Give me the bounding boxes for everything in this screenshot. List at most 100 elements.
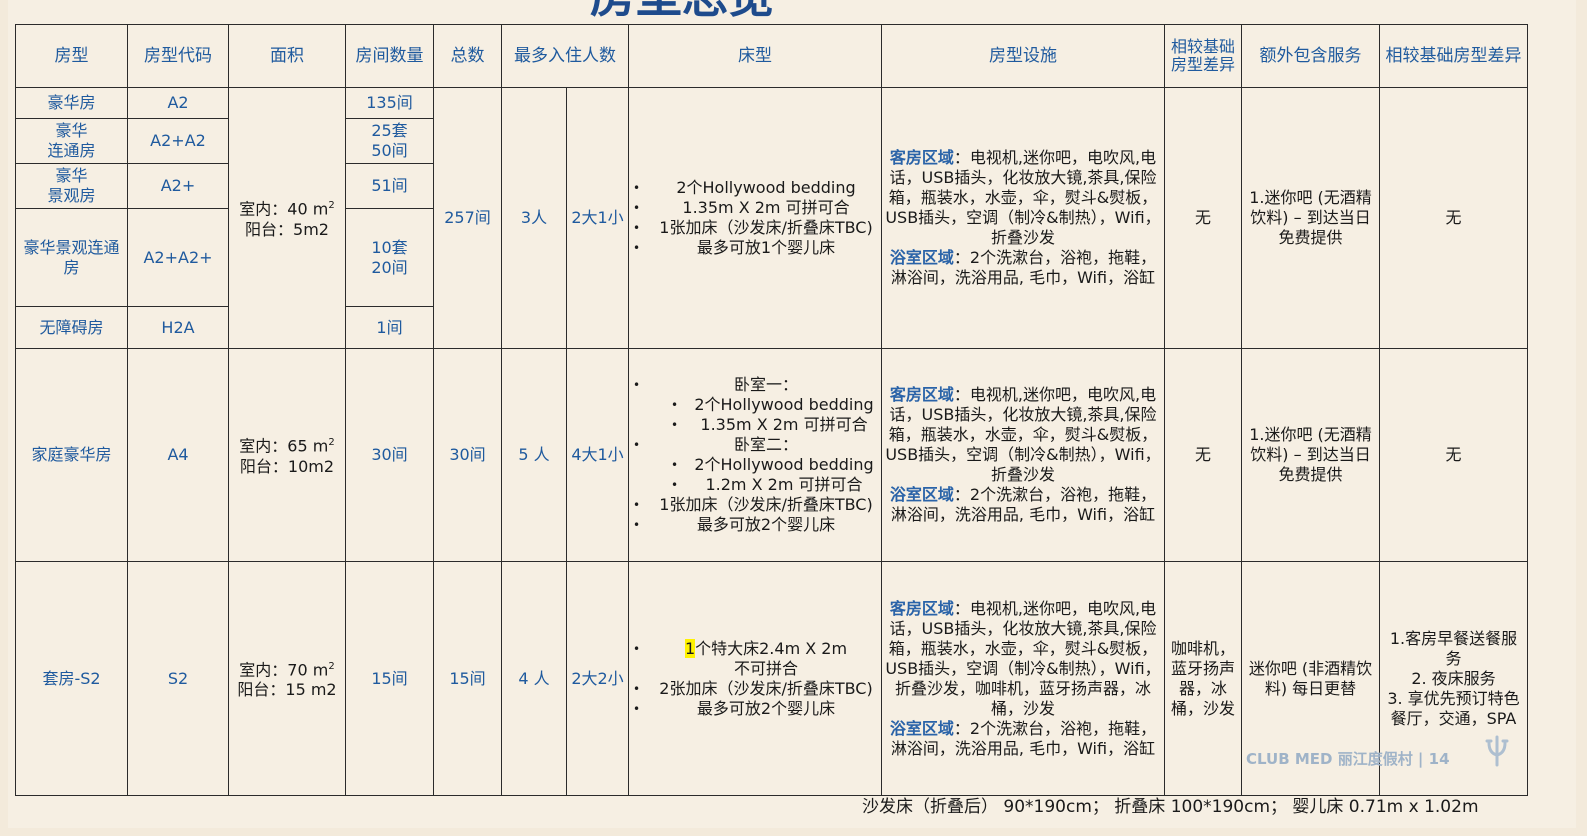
list-item: 1张加床（沙发床/折叠床TBC) (633, 218, 879, 238)
header-area: 面积 (228, 24, 346, 88)
room-count-cell: 10套 20间 (345, 208, 434, 307)
diff2-item: 1.客房早餐送餐服务 (1389, 628, 1518, 668)
total-cell: 15间 (433, 561, 502, 796)
service-cell: 1.迷你吧 (无酒精饮料) – 到达当日免费提供 (1241, 348, 1380, 562)
bed-type-cell: 1个特大床2.4m X 2m 不可拼合 2张加床（沙发床/折叠床TBC) 最多可… (628, 561, 882, 796)
service-cell: 1.迷你吧 (无酒精饮料) – 到达当日免费提供 (1241, 87, 1380, 349)
list-item: 2个Hollywood bedding (671, 455, 879, 475)
header-facilities: 房型设施 (881, 24, 1165, 88)
header-room-code: 房型代码 (127, 24, 229, 88)
header-row: 房型 房型代码 面积 房间数量 总数 最多入住人数 床型 房型设施 相较基础房型… (15, 24, 1528, 88)
area-cell: 室内：70 m2 阳台：15 m2 (228, 561, 346, 796)
diff2-cell: 无 (1379, 348, 1528, 562)
bed-list: 1个特大床2.4m X 2m 不可拼合 2张加床（沙发床/折叠床TBC) 最多可… (631, 638, 879, 719)
list-item: 最多可放1个婴儿床 (633, 238, 879, 258)
header-diff-2: 相较基础房型差异 (1379, 24, 1528, 88)
area-indoor: 室内：65 m (239, 436, 329, 456)
room-type-cell: 家庭豪华房 (15, 348, 128, 562)
room-area-label: 客房区域 (889, 148, 954, 167)
highlighted-text: 1 (684, 638, 696, 658)
bedroom1-list: 2个Hollywood bedding 1.35m X 2m 可拼可合 (653, 395, 879, 435)
list-item: 1个特大床2.4m X 2m 不可拼合 (633, 638, 879, 679)
room-type-cell: 豪华 景观房 (15, 163, 128, 209)
room-count-cell: 15间 (345, 561, 434, 796)
header-max-occupancy: 最多入住人数 (501, 24, 629, 88)
area-balcony: 阳台：10m2 (239, 456, 335, 476)
bedroom1-label: 卧室一： (733, 375, 798, 394)
diff-cell: 咖啡机，蓝牙扬声器，冰桶，沙发 (1164, 561, 1242, 796)
list-item: 1张加床（沙发床/折叠床TBC) (633, 495, 879, 515)
page-title: 房型总览 (590, 0, 850, 22)
area-sup: 2 (328, 437, 335, 449)
room-type-cell: 套房-S2 (15, 561, 128, 796)
table-row: 家庭豪华房 A4 室内：65 m2 阳台：10m2 30间 30间 5 人 4大… (15, 348, 1528, 562)
room-code-cell: S2 (127, 561, 229, 796)
room-type-cell: 豪华 连通房 (15, 118, 128, 164)
room-count-cell: 51间 (345, 163, 434, 209)
diff-cell: 无 (1164, 87, 1242, 349)
max-people-cell: 3人 (501, 87, 567, 349)
room-type-cell: 豪华景观连通房 (15, 208, 128, 307)
bedroom2-list: 2个Hollywood bedding 1.2m X 2m 可拼可合 (653, 455, 879, 495)
bath-area-label: 浴室区域 (889, 248, 954, 267)
area-balcony: 阳台：15 m2 (237, 680, 337, 700)
diff2-cell: 无 (1379, 87, 1528, 349)
header-diff: 相较基础房型差异 (1164, 24, 1242, 88)
room-overview-table: 房型 房型代码 面积 房间数量 总数 最多入住人数 床型 房型设施 相较基础房型… (15, 24, 1528, 796)
header-total: 总数 (433, 24, 502, 88)
bath-area-label: 浴室区域 (889, 718, 954, 738)
room-code-cell: A2+ (127, 163, 229, 209)
max-people-cell: 5 人 (501, 348, 567, 562)
list-item: 1.2m X 2m 可拼可合 (671, 475, 879, 495)
list-item: 1.35m X 2m 可拼可合 (671, 415, 879, 435)
room-code-cell: A2+A2 (127, 118, 229, 164)
list-item: 1.35m X 2m 可拼可合 (633, 198, 879, 218)
diff2-item: 2. 夜床服务 (1411, 668, 1496, 688)
room-count-cell: 1间 (345, 306, 434, 349)
diff-cell: 无 (1164, 348, 1242, 562)
total-cell: 30间 (433, 348, 502, 562)
room-code-cell: H2A (127, 306, 229, 349)
list-item: 2个Hollywood bedding (671, 395, 879, 415)
bed-type-cell: 2个Hollywood bedding 1.35m X 2m 可拼可合 1张加床… (628, 87, 882, 349)
facilities-cell: 客房区域：电视机,迷你吧，电吹风,电话，USB插头，化妆放大镜,茶具,保险箱，瓶… (881, 348, 1165, 562)
trident-logo-icon (1485, 735, 1509, 767)
area-balcony: 阳台：5m2 (245, 219, 329, 239)
bed1-text: 个特大床2.4m X 2m (695, 638, 848, 658)
room-code-cell: A4 (127, 348, 229, 562)
header-room-type: 房型 (15, 24, 128, 88)
room-type-cell: 豪华房 (15, 87, 128, 119)
bedroom2-label: 卧室二： (733, 435, 798, 454)
page-footer: CLUB MED 丽江度假村 | 14 (1246, 750, 1450, 768)
header-room-count: 房间数量 (345, 24, 434, 88)
table-row: 豪华房 A2 室内：40 m2 阳台：5m2 135间 257间 3人 2大1小… (15, 87, 1528, 349)
composition-cell: 4大1小 (566, 348, 629, 562)
header-extra-services: 额外包含服务 (1241, 24, 1380, 88)
composition-cell: 2大1小 (566, 87, 629, 349)
area-cell: 室内：65 m2 阳台：10m2 (228, 348, 346, 562)
room-code-cell: A2 (127, 87, 229, 119)
room-count-cell: 30间 (345, 348, 434, 562)
composition-cell: 2大2小 (566, 561, 629, 796)
room-area-label: 客房区域 (889, 598, 954, 618)
area-indoor: 室内：70 m (239, 660, 329, 680)
bath-area-label: 浴室区域 (889, 485, 954, 504)
list-item: 卧室一： 2个Hollywood bedding 1.35m X 2m 可拼可合 (633, 375, 879, 435)
facilities-cell: 客房区域：电视机,迷你吧，电吹风,电话，USB插头，化妆放大镜,茶具,保险箱，瓶… (881, 87, 1165, 349)
total-cell: 257间 (433, 87, 502, 349)
header-bed-type: 床型 (628, 24, 882, 88)
area-cell: 室内：40 m2 阳台：5m2 (228, 87, 346, 349)
area-sup: 2 (328, 200, 335, 212)
room-count-cell: 135间 (345, 87, 434, 119)
list-item: 2张加床（沙发床/折叠床TBC) (633, 679, 879, 699)
room-area-label: 客房区域 (889, 385, 954, 404)
bed-type-cell: 卧室一： 2个Hollywood bedding 1.35m X 2m 可拼可合… (628, 348, 882, 562)
room-type-cell: 无障碍房 (15, 306, 128, 349)
facilities-cell: 客房区域：电视机,迷你吧，电吹风,电话，USB插头，化妆放大镜,茶具,保险箱，瓶… (881, 561, 1165, 796)
list-item: 最多可放2个婴儿床 (633, 515, 879, 535)
diff2-item: 3. 享优先预订特色餐厅，交通，SPA (1387, 688, 1520, 728)
bed-list: 卧室一： 2个Hollywood bedding 1.35m X 2m 可拼可合… (631, 375, 879, 535)
area-sup: 2 (328, 660, 335, 672)
area-indoor: 室内：40 m (239, 199, 329, 219)
room-code-cell: A2+A2+ (127, 208, 229, 307)
